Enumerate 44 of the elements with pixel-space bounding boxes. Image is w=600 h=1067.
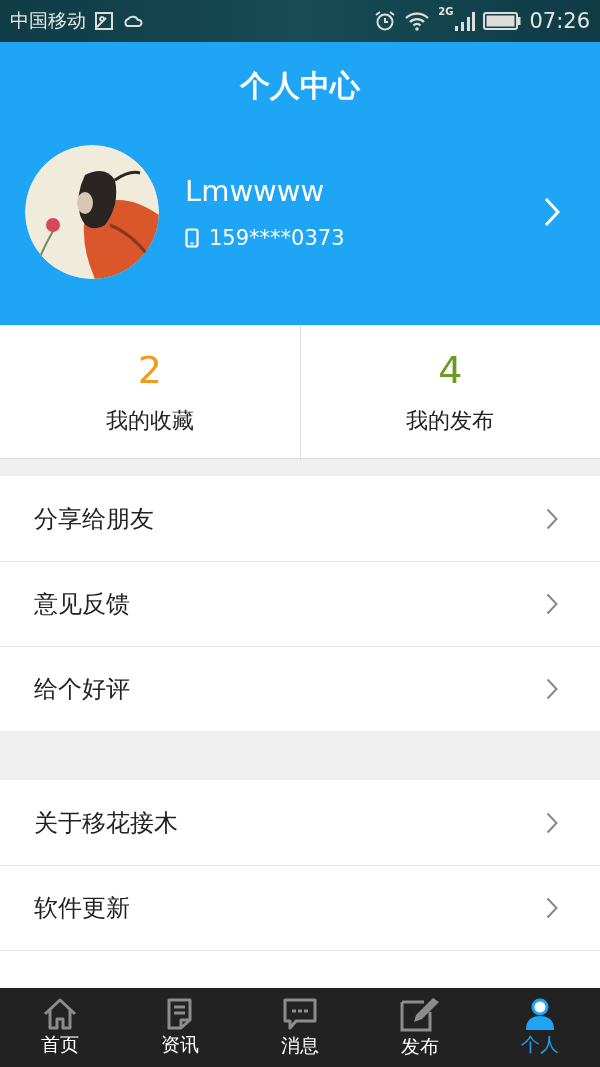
menu-item[interactable]: 软件更新 xyxy=(0,865,600,950)
nav-tab[interactable]: 个人 xyxy=(480,988,600,1067)
page-title: 个人中心 xyxy=(238,67,361,105)
clock-time: 07:26 xyxy=(529,9,590,33)
nav-tab[interactable]: 消息 xyxy=(240,988,360,1067)
chevron-right-icon xyxy=(546,811,558,834)
home-icon xyxy=(42,997,78,1030)
menu-label: 软件更新 xyxy=(34,893,130,924)
chat-bubble-icon xyxy=(282,996,318,1031)
chevron-right-icon[interactable] xyxy=(544,197,560,227)
nav-tab[interactable]: 资讯 xyxy=(120,988,240,1067)
edit-icon xyxy=(400,995,440,1032)
wifi-icon xyxy=(404,11,431,31)
stat-count: 4 xyxy=(438,347,463,392)
stat-label: 我的发布 xyxy=(406,406,495,435)
stat-tile[interactable]: 4 我的发布 xyxy=(299,325,600,458)
cloud-icon xyxy=(122,14,144,28)
user-name: Lmwwww xyxy=(185,174,326,208)
chevron-right-icon xyxy=(546,897,558,919)
stat-tile[interactable]: 2 我的收藏 xyxy=(0,325,300,458)
phone-icon xyxy=(185,228,199,248)
carrier-name: 中国移动 xyxy=(10,8,86,33)
document-icon xyxy=(166,997,194,1030)
stat-count: 2 xyxy=(137,347,162,392)
battery-icon xyxy=(483,12,522,30)
signal-icon xyxy=(453,10,476,32)
nav-tab[interactable]: 首页 xyxy=(0,988,120,1067)
nav-tab[interactable]: 发布 xyxy=(360,988,480,1067)
alarm-icon xyxy=(374,10,397,32)
chevron-right-icon xyxy=(546,678,558,700)
network-type: 2G xyxy=(438,6,454,17)
chevron-right-icon xyxy=(546,507,558,530)
menu-item[interactable]: 意见反馈 xyxy=(0,561,600,646)
menu-label: 意见反馈 xyxy=(34,589,130,620)
menu-item[interactable]: 分享给朋友 xyxy=(0,476,600,561)
menu-label: 给个好评 xyxy=(34,674,130,705)
menu-label: 分享给朋友 xyxy=(34,503,154,535)
menu-label: 关于移花接木 xyxy=(34,807,178,839)
menu-item[interactable]: 关于移花接木 xyxy=(0,780,600,865)
stat-label: 我的收藏 xyxy=(105,406,194,435)
chevron-right-icon xyxy=(546,593,558,615)
image-icon xyxy=(94,11,114,31)
person-icon xyxy=(525,997,555,1030)
phone-number: 159****0373 xyxy=(209,226,345,250)
